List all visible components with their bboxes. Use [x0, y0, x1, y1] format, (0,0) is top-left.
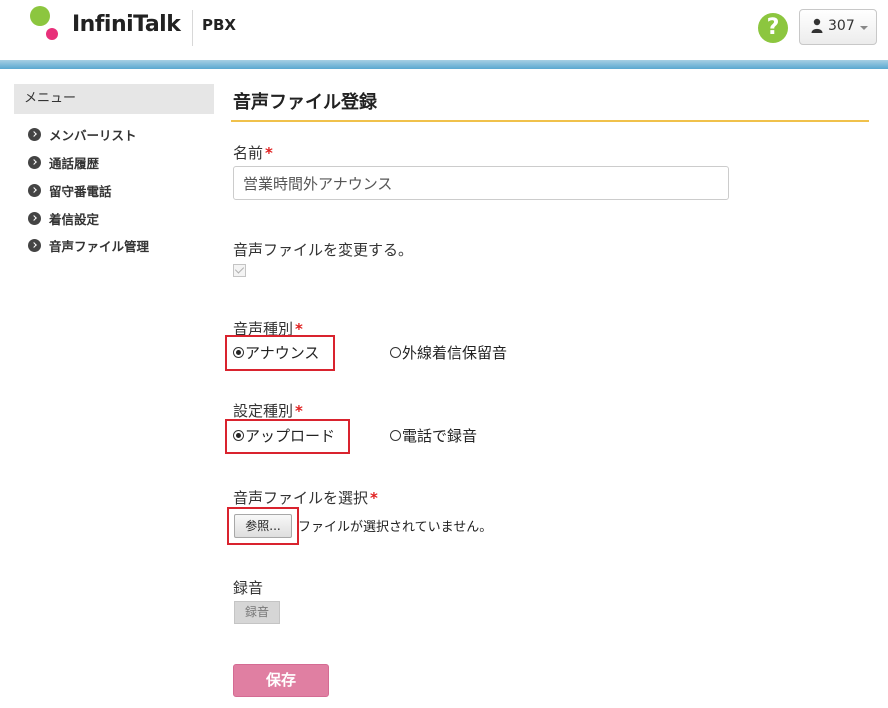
chevron-right-icon: [28, 156, 41, 170]
highlight-box: [227, 507, 299, 545]
file-select-label-text: 音声ファイルを選択: [233, 489, 369, 507]
save-button[interactable]: 保存: [233, 664, 329, 697]
header-accent-bar: [0, 60, 888, 69]
name-label: 名前 *: [233, 142, 273, 163]
file-status-text: ファイルが選択されていません。: [298, 520, 493, 535]
user-icon: [811, 18, 823, 33]
sidebar-item-label: 通話履歴: [49, 156, 100, 172]
sidebar-item-label: 着信設定: [49, 211, 100, 227]
change-file-checkbox[interactable]: [233, 264, 246, 277]
sidebar-item-label: 音声ファイル管理: [49, 239, 150, 255]
user-menu-button[interactable]: 307: [799, 9, 877, 45]
sidebar-item-incoming-settings[interactable]: 着信設定: [28, 204, 149, 232]
sidebar-menu: メンバーリスト 通話履歴 留守番電話 着信設定 音声ファイル管理: [28, 121, 149, 260]
brand-name: InfiniTalk: [72, 12, 181, 37]
logo-mark-icon: [30, 6, 58, 40]
setting-type-label: 設定種別 *: [233, 400, 303, 421]
sidebar-item-audio-files[interactable]: 音声ファイル管理: [28, 232, 149, 260]
chevron-right-icon: [28, 211, 41, 225]
app-header: InfiniTalk PBX ? 307: [0, 0, 888, 60]
infinitalk-logo[interactable]: InfiniTalk: [26, 4, 181, 44]
help-button[interactable]: ?: [758, 13, 788, 43]
file-select-label: 音声ファイルを選択 *: [233, 487, 378, 508]
name-label-text: 名前: [233, 144, 264, 162]
radio-unselected-icon: [390, 347, 401, 358]
sidebar-item-call-history[interactable]: 通話履歴: [28, 149, 149, 177]
setting-type-label-text: 設定種別: [233, 402, 294, 420]
radio-hold-music[interactable]: 外線着信保留音: [390, 342, 507, 363]
sidebar-item-label: メンバーリスト: [49, 128, 137, 144]
product-name: PBX: [202, 16, 236, 34]
recording-label: 録音: [233, 579, 264, 597]
radio-record-by-phone[interactable]: 電話で録音: [390, 425, 477, 446]
user-extension: 307: [828, 18, 855, 34]
page-title: 音声ファイル登録: [233, 92, 377, 113]
highlight-box: [225, 419, 350, 454]
required-mark: *: [370, 489, 378, 507]
radio-label: 外線着信保留音: [402, 344, 508, 362]
chevron-down-icon: [860, 26, 868, 30]
required-mark: *: [295, 402, 303, 420]
header-divider: [192, 10, 193, 46]
chevron-right-icon: [28, 128, 41, 142]
highlight-box: [225, 335, 335, 371]
radio-label: 電話で録音: [402, 427, 478, 445]
chevron-right-icon: [28, 239, 41, 253]
sidebar-item-label: 留守番電話: [49, 183, 112, 199]
name-input[interactable]: [233, 166, 729, 200]
title-divider: [231, 120, 869, 122]
record-button[interactable]: 録音: [234, 601, 280, 624]
sidebar-item-member-list[interactable]: メンバーリスト: [28, 121, 149, 149]
chevron-right-icon: [28, 183, 41, 197]
sidebar-item-voicemail[interactable]: 留守番電話: [28, 177, 149, 205]
sidebar-title: メニュー: [14, 84, 214, 114]
radio-unselected-icon: [390, 430, 401, 441]
change-file-label: 音声ファイルを変更する。: [233, 241, 414, 259]
required-mark: *: [265, 144, 273, 162]
